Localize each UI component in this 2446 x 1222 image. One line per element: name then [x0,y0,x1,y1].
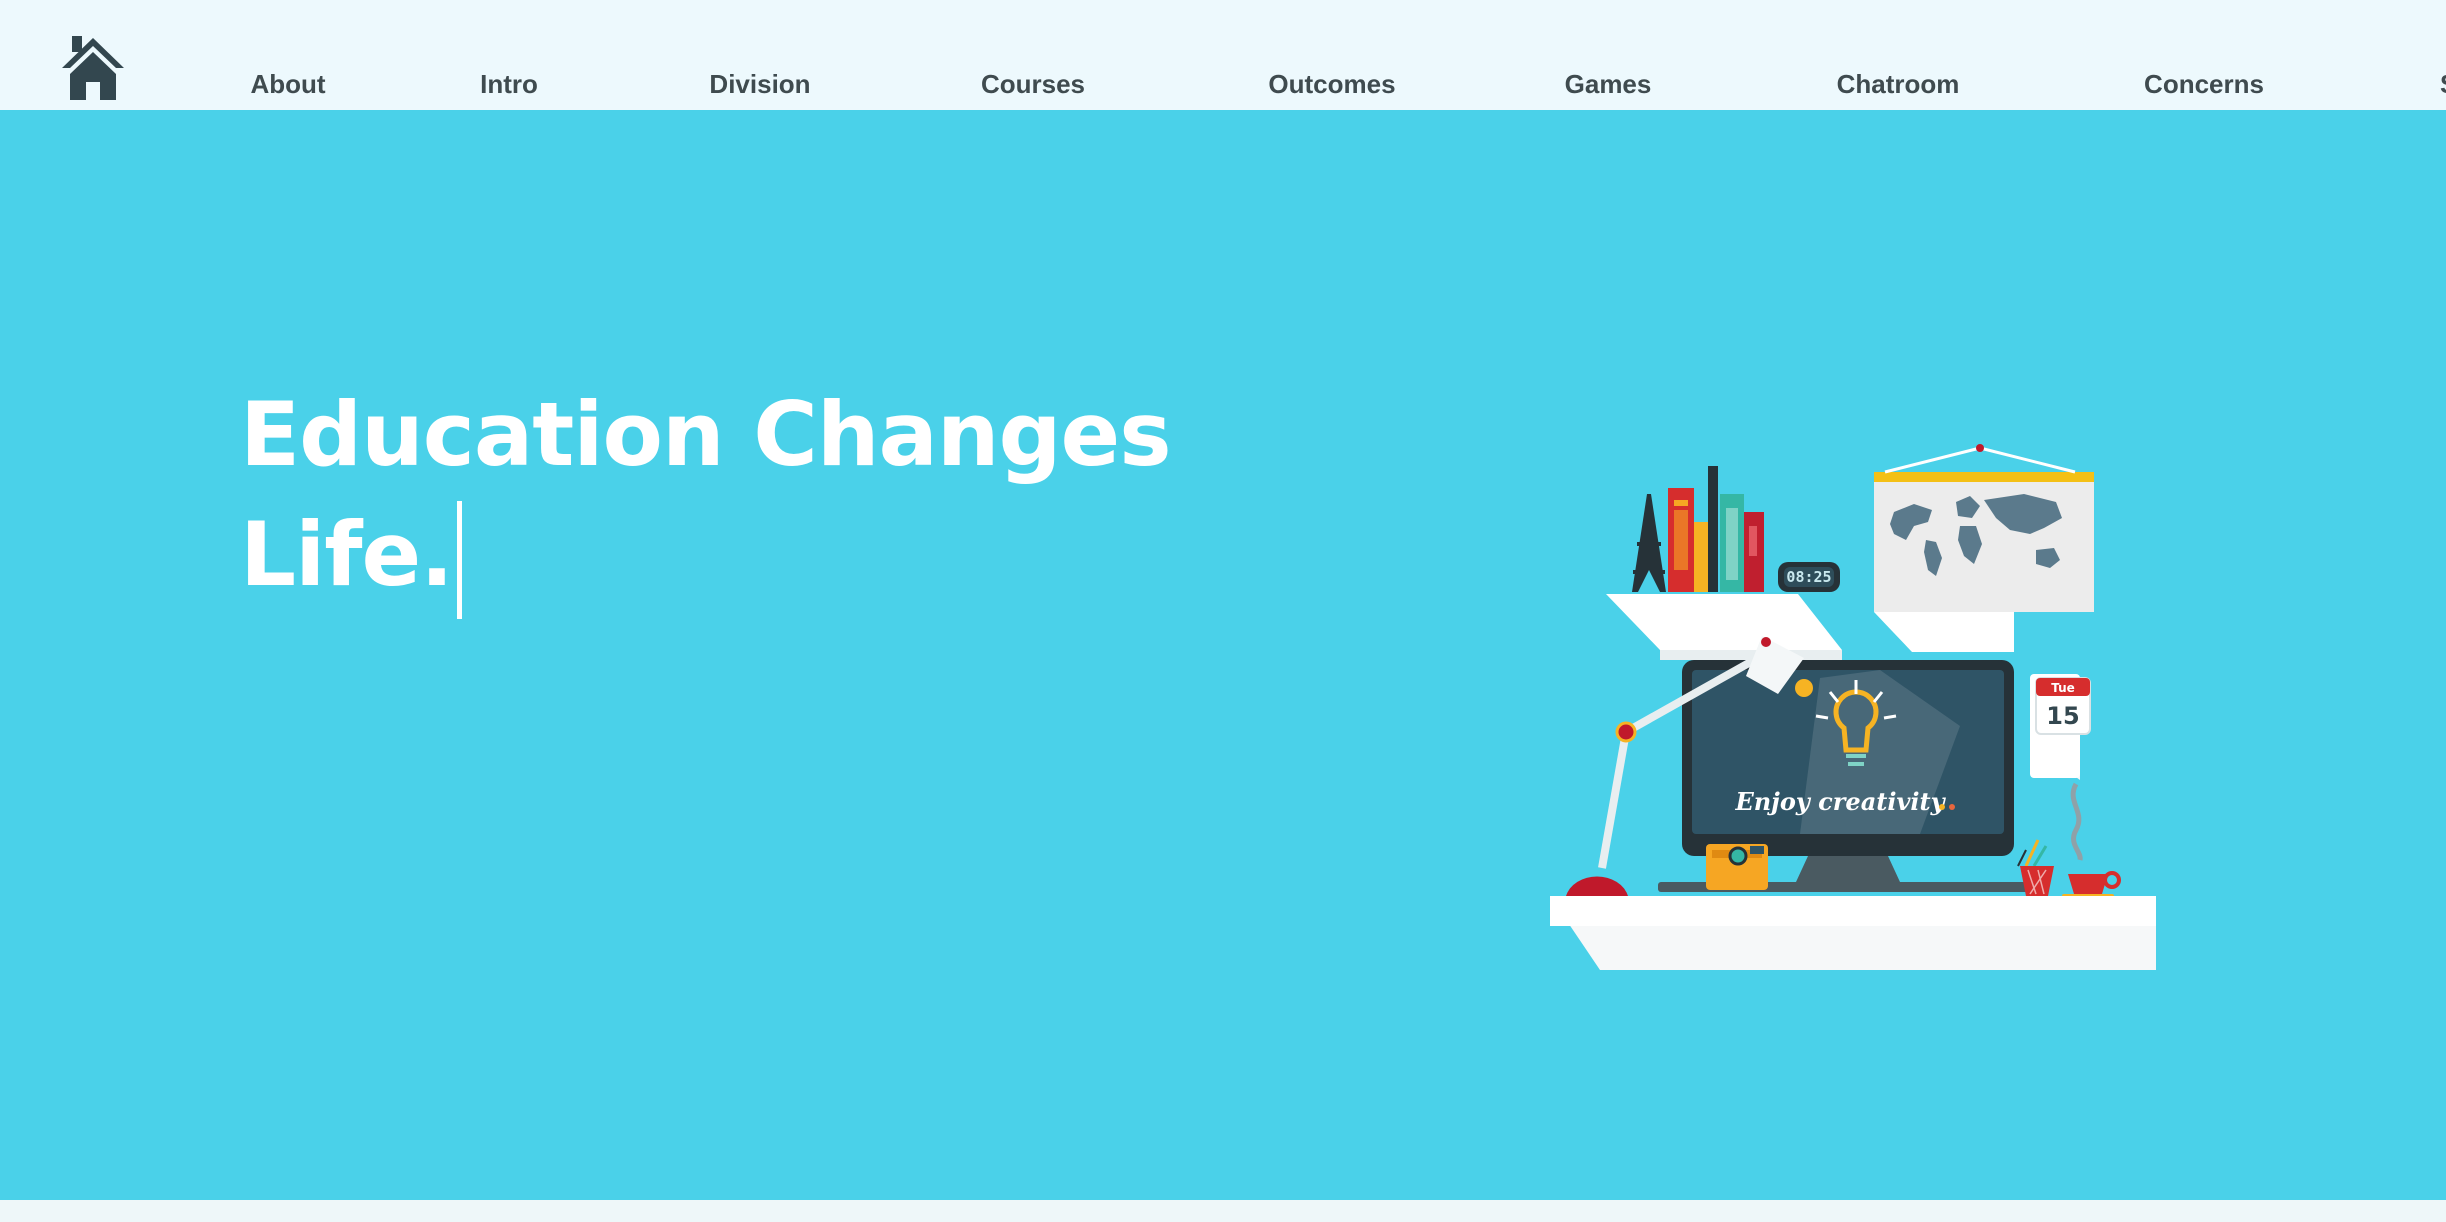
svg-text:Tue: Tue [2051,681,2075,695]
coffee-cup-icon [2062,782,2121,899]
screen-slogan: Enjoy creativity [1734,787,1946,816]
hero-section: Education Changes Life. 08:25 Tue 15 Enj… [0,110,2446,1200]
nav-about[interactable]: About [250,66,325,102]
nav-division[interactable]: Division [709,66,810,102]
screen-dot [1949,804,1955,810]
svg-text:08:25: 08:25 [1786,568,1831,586]
upper-left-shelf [1606,594,1842,660]
nav-item-cutoff[interactable]: S [2440,66,2446,102]
digital-clock-icon: 08:25 [1778,562,1840,592]
map-shelf [1874,444,2094,652]
hero-title-line-2: Life. [240,495,1171,619]
hero-title-line-1: Education Changes [240,383,1172,486]
svg-text:15: 15 [2046,702,2079,730]
nav-games[interactable]: Games [1565,66,1652,102]
nav-intro[interactable]: Intro [480,66,538,102]
nav-chatroom[interactable]: Chatroom [1837,66,1960,102]
home-icon [62,36,124,100]
top-navbar: About Intro Division Courses Outcomes Ga… [0,0,2446,110]
hero-title: Education Changes Life. [240,375,1172,619]
eiffel-tower-icon [1632,494,1666,592]
typing-cursor [456,501,462,619]
desk-shelf [1550,896,2156,970]
home-link[interactable] [58,32,128,102]
nav-concerns[interactable]: Concerns [2144,66,2264,102]
workspace-illustration: 08:25 Tue 15 Enjoy creativity [1550,444,2156,970]
footer-strip [0,1200,2446,1222]
books-icon [1668,466,1764,592]
nav-outcomes[interactable]: Outcomes [1268,66,1395,102]
calendar-icon: Tue 15 [2035,677,2091,735]
screen-dot [1939,804,1945,810]
nav-courses[interactable]: Courses [981,66,1085,102]
camera-icon [1706,844,1768,890]
hero-title-line-2-text: Life. [240,503,454,606]
